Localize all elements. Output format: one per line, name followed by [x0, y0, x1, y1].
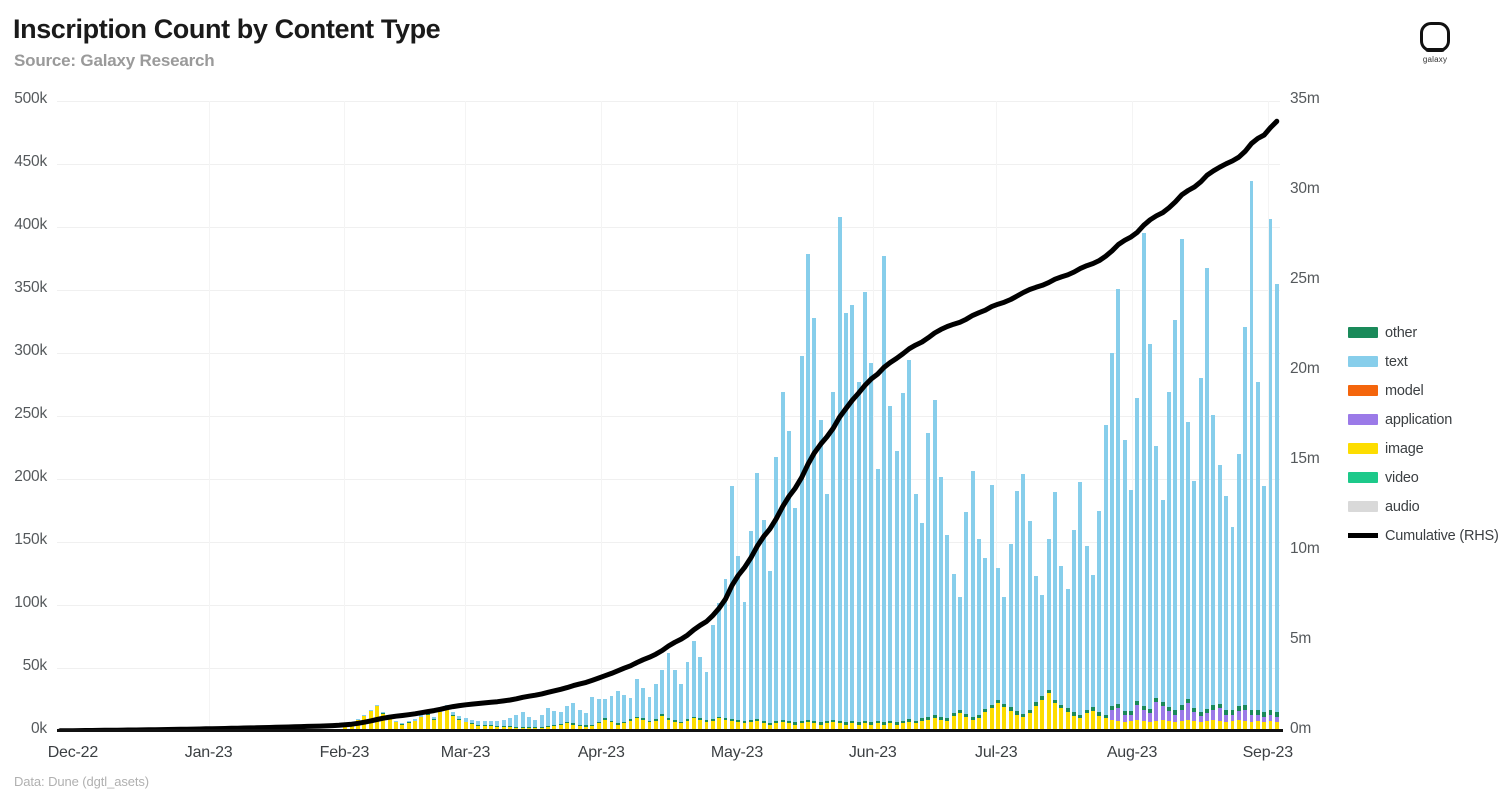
chart-page: Inscription Count by Content Type Source…: [0, 0, 1500, 796]
y-axis-right-tick: 30m: [1290, 180, 1320, 197]
legend-label: application: [1385, 411, 1453, 428]
y-axis-left-tick: 200k: [14, 468, 47, 485]
y-axis-right: 0m 5m 10m 15m 20m 25m 30m 35m: [1280, 90, 1340, 737]
galaxy-wordmark: galaxy: [1422, 55, 1448, 64]
y-axis-left-tick: 400k: [14, 216, 47, 233]
galaxy-logo-icon: galaxy: [1412, 22, 1458, 64]
legend-swatch-icon: [1348, 356, 1378, 367]
legend-item-other[interactable]: other: [1348, 318, 1500, 347]
y-axis-left-tick: 50k: [22, 657, 48, 674]
legend-item-audio[interactable]: audio: [1348, 492, 1500, 521]
plot-area: [57, 101, 1280, 732]
x-axis-tick: Jan-23: [184, 744, 233, 761]
x-axis-tick: May-23: [710, 744, 764, 761]
legend-swatch-icon: [1348, 472, 1378, 483]
source-note: Data: Dune (dgtl_asets): [14, 774, 149, 789]
chart-subtitle: Source: Galaxy Research: [14, 51, 215, 70]
cumulative-line-path: [57, 118, 1280, 731]
x-axis-tick: Aug-23: [1106, 744, 1158, 761]
legend-label: video: [1385, 469, 1419, 486]
y-axis-right-tick: 25m: [1290, 270, 1320, 287]
y-axis-left-tick: 150k: [14, 531, 47, 548]
x-axis-baseline: [57, 729, 1283, 732]
legend-item-model[interactable]: model: [1348, 376, 1500, 405]
legend: other text model application image video audio…: [1348, 318, 1500, 550]
x-axis-tick: Apr-23: [577, 744, 625, 761]
y-axis-left-tick: 0k: [31, 720, 47, 737]
legend-swatch-icon: [1348, 414, 1378, 425]
legend-swatch-icon: [1348, 501, 1378, 512]
legend-label: Cumulative (RHS): [1385, 527, 1499, 544]
y-axis-left-tick: 250k: [14, 405, 47, 422]
x-axis-tick: Dec-22: [47, 744, 99, 761]
legend-swatch-icon: [1348, 443, 1378, 454]
legend-item-image[interactable]: image: [1348, 434, 1500, 463]
page-title: Inscription Count by Content Type: [13, 14, 441, 44]
legend-item-text[interactable]: text: [1348, 347, 1500, 376]
legend-label: other: [1385, 324, 1418, 341]
legend-label: audio: [1385, 498, 1420, 515]
y-axis-left-tick: 300k: [14, 342, 47, 359]
x-axis-tick: Jul-23: [975, 744, 1018, 761]
legend-item-application[interactable]: application: [1348, 405, 1500, 434]
legend-item-cumulative-rhs[interactable]: Cumulative (RHS): [1348, 521, 1500, 550]
legend-swatch-icon: [1348, 385, 1378, 396]
legend-label: model: [1385, 382, 1424, 399]
y-axis-right-tick: 15m: [1290, 450, 1320, 467]
y-axis-left-tick: 450k: [14, 153, 47, 170]
x-axis-tick: Mar-23: [440, 744, 491, 761]
y-axis-left-tick: 100k: [14, 594, 47, 611]
y-axis-right-tick: 35m: [1290, 90, 1320, 107]
y-axis-left-tick: 350k: [14, 279, 47, 296]
y-axis-left: 0k 50k 100k 150k 200k 250k 300k 350k 400k 450k 500…: [0, 90, 57, 737]
x-axis-tick: Sep-23: [1242, 744, 1294, 761]
x-axis-tick: Feb-23: [319, 744, 370, 761]
cumulative-line-series: [57, 118, 1280, 731]
legend-label: text: [1385, 353, 1408, 370]
y-axis-right-tick: 10m: [1290, 540, 1320, 557]
x-axis-tick: Jun-23: [848, 744, 897, 761]
x-axis: Dec-22 Jan-23 Feb-23 Mar-23 Apr-23 May-23 Jun-…: [0, 744, 1500, 768]
legend-item-video[interactable]: video: [1348, 463, 1500, 492]
y-axis-right-tick: 20m: [1290, 360, 1320, 377]
galaxy-logo-mark: [1420, 22, 1450, 52]
y-axis-left-tick: 500k: [14, 90, 47, 107]
y-axis-right-tick: 0m: [1290, 720, 1312, 737]
legend-swatch-icon: [1348, 533, 1378, 538]
legend-label: image: [1385, 440, 1424, 457]
legend-swatch-icon: [1348, 327, 1378, 338]
y-axis-right-tick: 5m: [1290, 630, 1312, 647]
